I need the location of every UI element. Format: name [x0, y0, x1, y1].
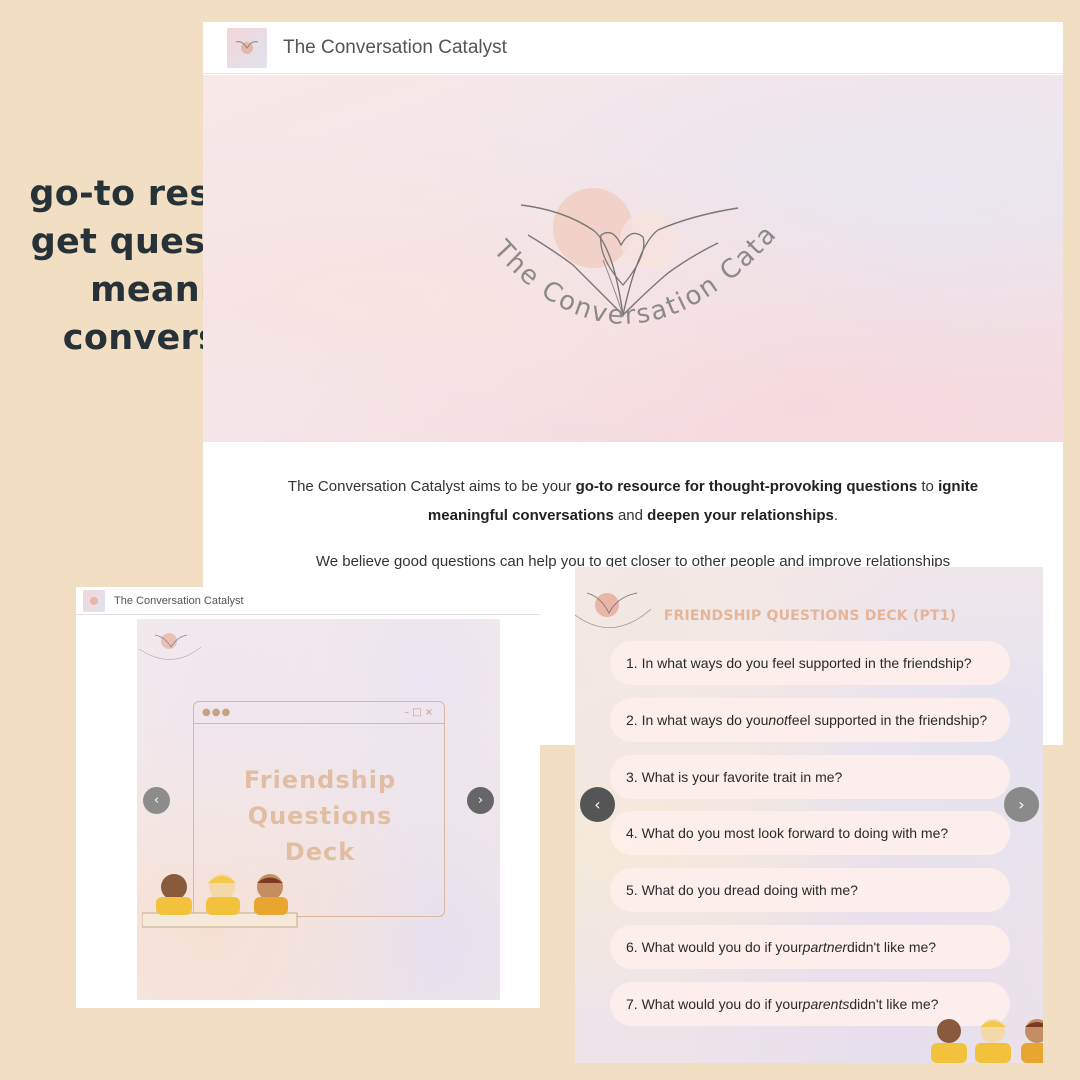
questions-list: 1. In what ways do you feel supported in… — [610, 641, 1010, 1039]
deck-next-button[interactable]: › — [467, 787, 494, 814]
intro-paragraph-1: The Conversation Catalyst aims to be you… — [287, 478, 979, 524]
deck-logo — [138, 633, 202, 660]
heart-hands-icon — [235, 40, 259, 54]
question-item-5[interactable]: 5. What do you dread doing with me? — [610, 868, 1010, 913]
deck-window-header: The Conversation Catalyst — [76, 587, 540, 615]
question-item-2[interactable]: 2. In what ways do you not feel supporte… — [610, 697, 1010, 742]
question-item-4[interactable]: 4. What do you most look forward to doin… — [610, 811, 1010, 856]
questions-prev-button[interactable]: ‹ — [580, 787, 615, 822]
question-item-6[interactable]: 6. What would you do if your partner did… — [610, 924, 1010, 969]
window-controls-icon: –□× — [404, 707, 436, 718]
questions-next-button[interactable]: › — [1004, 787, 1039, 822]
deck-preview-window: The Conversation Catalyst ●●● –□× Friend… — [76, 587, 540, 1008]
deck-title: Friendship Questions Deck — [243, 766, 397, 866]
question-item-3[interactable]: 3. What is your favorite trait in me? — [610, 754, 1010, 799]
site-title[interactable]: The Conversation Catalyst — [283, 37, 507, 59]
kids-illustration — [142, 874, 298, 928]
deck-prev-button[interactable]: ‹ — [143, 787, 170, 814]
deck-window-logo[interactable] — [83, 589, 105, 612]
question-item-1[interactable]: 1. In what ways do you feel supported in… — [610, 641, 1010, 685]
questions-deck-panel: FRIENDSHIP QUESTIONS DECK (PT1) 1. In wh… — [575, 567, 1043, 1063]
site-logo-thumbnail[interactable] — [227, 27, 267, 68]
deck-window-title[interactable]: The Conversation Catalyst — [114, 595, 244, 607]
heart-hands-icon — [90, 596, 98, 605]
deck-cover-card: ●●● –□× Friendship Questions Deck — [137, 619, 500, 1000]
site-header: The Conversation Catalyst — [203, 22, 1063, 74]
catalyst-logo: The Conversation Catalyst — [473, 145, 781, 331]
window-dots-icon: ●●● — [202, 707, 232, 718]
kids-illustration — [931, 1019, 1043, 1063]
hero-banner: The Conversation Catalyst — [203, 75, 1063, 442]
questions-deck-title: FRIENDSHIP QUESTIONS DECK (PT1) — [663, 608, 957, 624]
